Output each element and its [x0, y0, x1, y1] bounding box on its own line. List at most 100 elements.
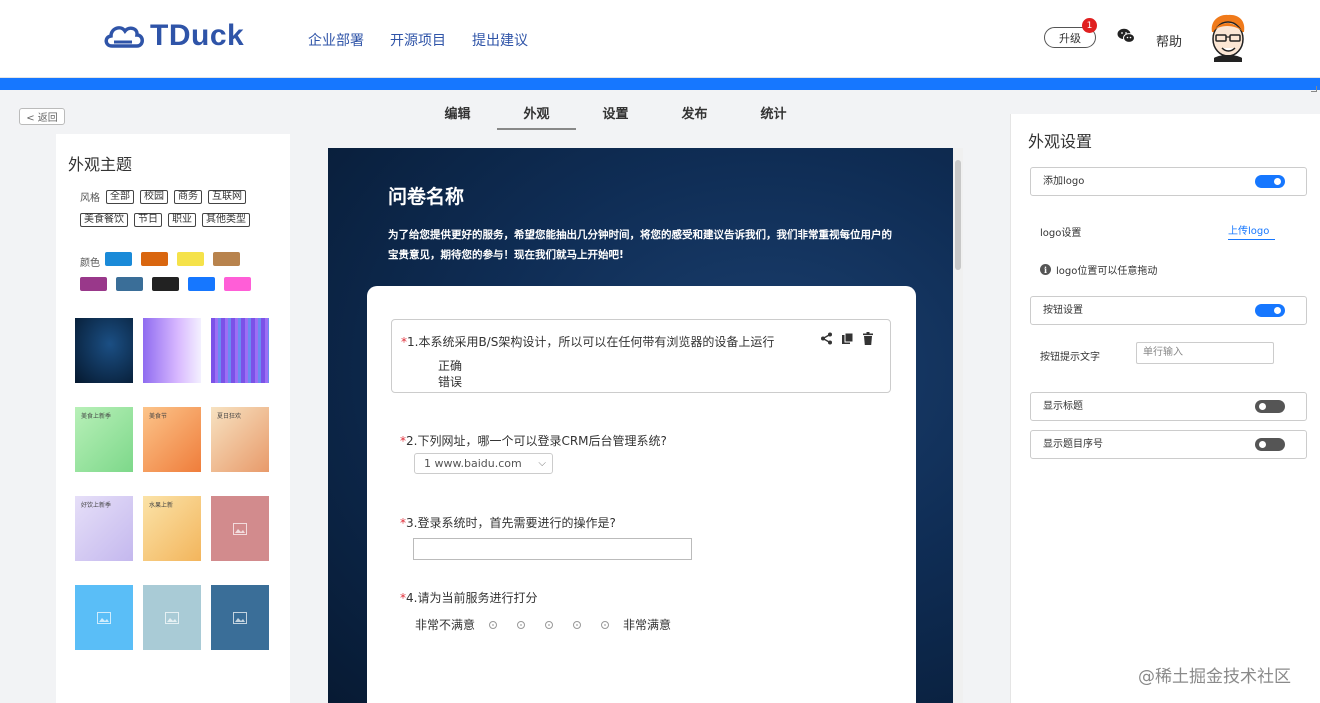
steel-placeholder-theme[interactable] — [211, 585, 269, 650]
button-setting-toggle[interactable] — [1255, 304, 1285, 317]
tduck-logo[interactable]: TDuck — [102, 18, 244, 54]
mist-placeholder-theme[interactable] — [143, 585, 201, 650]
fruit-yellow-theme[interactable]: 水果上新 — [143, 496, 201, 561]
color-swatch[interactable] — [116, 277, 143, 291]
purple-gradient-theme[interactable] — [143, 318, 201, 383]
form-title[interactable]: 问卷名称 — [388, 182, 464, 209]
chevron-down-icon: ⌵ — [538, 458, 546, 469]
style-filter-row-1: 风格 全部 校园 商务 互联网 — [80, 189, 246, 204]
copy-icon[interactable] — [841, 332, 854, 345]
rose-placeholder-theme[interactable] — [211, 496, 269, 561]
color-swatch[interactable] — [105, 252, 132, 266]
color-swatch[interactable] — [224, 277, 251, 291]
rating-radio[interactable] — [573, 620, 582, 629]
help-link[interactable]: 帮助 — [1156, 31, 1182, 50]
settings-title: 外观设置 — [1028, 132, 1093, 151]
color-swatch[interactable] — [213, 252, 240, 266]
sky-placeholder-theme[interactable] — [75, 585, 133, 650]
logo-setting-label: logo设置 — [1040, 228, 1082, 239]
button-text-label: 按钮提示文字 — [1040, 352, 1100, 363]
upload-logo-link[interactable]: 上传logo — [1228, 222, 1275, 240]
color-swatch[interactable] — [188, 277, 215, 291]
thumbnail-caption: 好饮上新季 — [81, 502, 112, 509]
add-logo-toggle[interactable] — [1255, 175, 1285, 188]
theme-panel-title: 外观主题 — [68, 155, 133, 174]
cloud-logo-icon — [104, 26, 144, 48]
style-label: 风格 — [80, 193, 100, 204]
q3-answer-input[interactable] — [413, 538, 692, 560]
delete-icon[interactable] — [862, 332, 874, 345]
style-tag-all[interactable]: 全部 — [106, 189, 134, 204]
q1-option-false[interactable]: 错误 — [438, 373, 462, 390]
style-tag-business[interactable]: 商务 — [174, 189, 202, 204]
style-tag-campus[interactable]: 校园 — [140, 189, 168, 204]
q4-rating-scale: 非常不满意 非常满意 — [415, 616, 671, 633]
tab-statistics[interactable]: 统计 — [734, 104, 813, 130]
share-icon[interactable] — [820, 332, 833, 345]
watermark: @稀土掘金技术社区 — [1138, 667, 1291, 687]
preview-scrollbar[interactable] — [953, 148, 963, 703]
tab-appearance[interactable]: 外观 — [497, 104, 576, 130]
dark-blue-theme[interactable] — [75, 318, 133, 383]
color-swatch[interactable] — [177, 252, 204, 266]
show-number-toggle[interactable] — [1255, 438, 1285, 451]
top-nav: 企业部署 开源项目 提出建议 — [308, 30, 528, 50]
color-swatch[interactable] — [141, 252, 168, 266]
style-tag-other[interactable]: 其他类型 — [202, 213, 250, 227]
form-description[interactable]: 为了给您提供更好的服务，希望您能抽出几分钟时间，将您的感受和建议告诉我们，我们非… — [388, 225, 898, 265]
button-text-input[interactable]: 单行输入 — [1136, 342, 1274, 364]
logo-hint: i logo位置可以任意拖动 — [1040, 262, 1157, 277]
header-accent-bar — [0, 78, 1320, 90]
style-tag-career[interactable]: 职业 — [168, 213, 196, 227]
add-logo-setting: 添加logo — [1030, 167, 1307, 196]
user-avatar[interactable] — [1206, 14, 1250, 62]
q1-option-true[interactable]: 正确 — [438, 357, 462, 374]
show-title-toggle[interactable] — [1255, 400, 1285, 413]
violet-stripes-theme[interactable] — [211, 318, 269, 383]
wechat-icon[interactable] — [1117, 28, 1135, 48]
button-setting: 按钮设置 — [1030, 296, 1307, 325]
nav-enterprise-deploy[interactable]: 企业部署 — [308, 30, 364, 50]
question-4-text: *4.请为当前服务进行打分 — [400, 591, 538, 605]
rating-radio[interactable] — [545, 620, 554, 629]
thumbnail-caption: 夏日狂欢 — [217, 413, 242, 420]
drink-lavender-theme[interactable]: 好饮上新季 — [75, 496, 133, 561]
color-swatch[interactable] — [152, 277, 179, 291]
image-placeholder-icon — [233, 522, 247, 535]
back-button[interactable]: < 返回 — [19, 108, 65, 125]
color-label: 颜色 — [80, 258, 100, 269]
style-filter-row-2: 美食餐饮 节日 职业 其他类型 — [80, 213, 250, 227]
tab-publish[interactable]: 发布 — [655, 104, 734, 130]
tiny-scroll-indicator — [1311, 86, 1317, 92]
rating-radio[interactable] — [601, 620, 610, 629]
food-red-theme[interactable]: 夏日狂欢 — [211, 407, 269, 472]
rating-radio[interactable] — [517, 620, 526, 629]
thumbnail-caption: 美食上新季 — [81, 413, 112, 420]
color-swatch[interactable] — [80, 277, 107, 291]
nav-open-source[interactable]: 开源项目 — [390, 30, 446, 50]
question-2-text: *2.下列网址，哪一个可以登录CRM后台管理系统? — [400, 434, 667, 448]
image-placeholder-icon — [165, 611, 179, 624]
style-tag-holiday[interactable]: 节日 — [134, 213, 162, 227]
nav-feedback[interactable]: 提出建议 — [472, 30, 528, 50]
show-number-setting: 显示题目序号 — [1030, 430, 1307, 459]
food-orange-theme[interactable]: 美食节 — [143, 407, 201, 472]
rating-high-label: 非常满意 — [623, 618, 672, 632]
tab-settings[interactable]: 设置 — [576, 104, 655, 130]
show-title-setting: 显示标题 — [1030, 392, 1307, 421]
notification-badge: 1 — [1082, 18, 1097, 33]
question-1-text: *1.本系统采用B/S架构设计，所以可以在任何带有浏览器的设备上运行 — [401, 335, 775, 349]
preview-scroll-thumb[interactable] — [955, 160, 961, 270]
question-1-selected[interactable]: *1.本系统采用B/S架构设计，所以可以在任何带有浏览器的设备上运行 正确 错误 — [391, 319, 891, 393]
style-tag-internet[interactable]: 互联网 — [208, 189, 246, 204]
style-tag-food[interactable]: 美食餐饮 — [80, 213, 128, 227]
color-swatches-row-2 — [80, 277, 251, 291]
appearance-settings-panel: 外观设置 添加logo logo设置 上传logo i logo位置可以任意拖动… — [1010, 114, 1320, 703]
q2-url-select[interactable]: 1 www.baidu.com ⌵ — [414, 453, 553, 474]
food-green-theme[interactable]: 美食上新季 — [75, 407, 133, 472]
logo-text: TDuck — [150, 19, 245, 52]
thumbnail-caption: 水果上新 — [149, 502, 174, 509]
theme-panel: 外观主题 风格 全部 校园 商务 互联网 美食餐饮 节日 职业 其他类型 颜色 … — [56, 134, 290, 703]
tab-edit[interactable]: 编辑 — [418, 104, 497, 130]
rating-radio[interactable] — [489, 620, 498, 629]
